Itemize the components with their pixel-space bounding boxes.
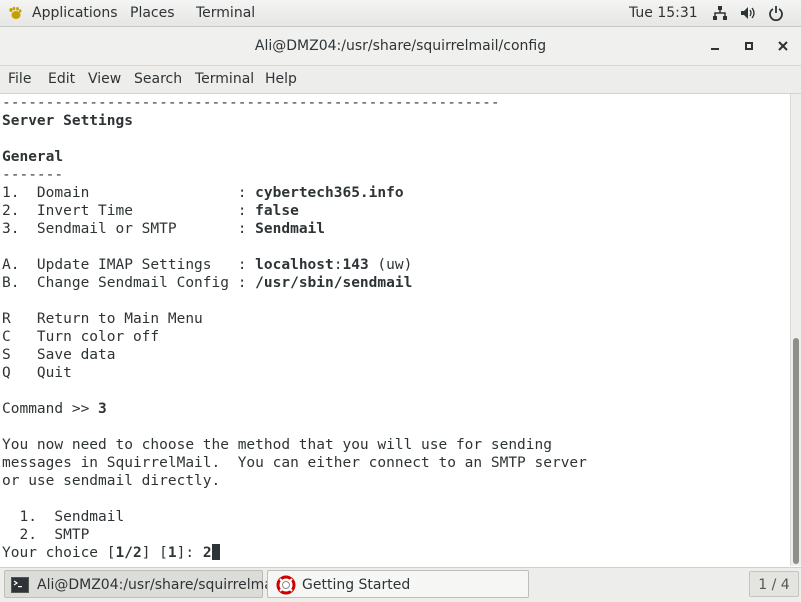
choice-suffix: ]: — [176, 545, 203, 561]
places-menu[interactable]: Places — [130, 0, 175, 26]
separator-line: ----------------------------------------… — [2, 95, 500, 111]
command-value: 3 — [98, 401, 107, 417]
imap-suffix: (uw) — [368, 257, 413, 273]
menu-option: C Turn color off — [2, 329, 160, 345]
applications-menu[interactable]: Applications — [32, 0, 118, 26]
task-getting-started[interactable]: Getting Started — [267, 570, 529, 598]
menu-option: Q Quit — [2, 365, 72, 381]
item-value: Sendmail — [255, 221, 326, 237]
item-value: false — [255, 203, 299, 219]
terminal-app-menu[interactable]: Terminal — [196, 0, 255, 26]
minimize-icon[interactable] — [706, 37, 724, 55]
window-titlebar[interactable]: Ali@DMZ04:/usr/share/squirrelmail/config — [0, 27, 801, 66]
command-prompt: Command >> — [2, 401, 99, 417]
window-list-bar: Ali@DMZ04:/usr/share/squirrelmail/... Ge… — [0, 567, 801, 602]
power-icon[interactable] — [768, 5, 784, 21]
choice-input[interactable]: 2 — [203, 545, 212, 561]
sendmail-value: /usr/sbin/sendmail — [255, 275, 413, 291]
choice-option: 2. SMTP — [2, 527, 90, 543]
item-key: 1. Domain : — [2, 185, 256, 201]
imap-port: 143 — [342, 257, 369, 273]
menu-edit[interactable]: Edit — [48, 66, 75, 93]
imap-key: A. Update IMAP Settings : — [2, 257, 256, 273]
gnome-foot-icon — [9, 6, 22, 19]
section-title: General — [2, 149, 64, 165]
top-bar: Applications Places Terminal Tue 15:31 — [0, 0, 801, 27]
menu-view[interactable]: View — [88, 66, 121, 93]
imap-host: localhost — [255, 257, 334, 273]
choice-default: 1 — [167, 545, 177, 561]
paragraph-line: messages in SquirrelMail. You can either… — [2, 455, 587, 471]
task-label: Ali@DMZ04:/usr/share/squirrelmail/... — [37, 577, 299, 593]
paragraph-line: or use sendmail directly. — [2, 473, 221, 489]
menu-option: R Return to Main Menu — [2, 311, 203, 327]
choice-range: 1/2 — [115, 545, 142, 561]
workspace-indicator[interactable]: 1 / 4 — [749, 571, 799, 597]
scrollbar[interactable] — [790, 94, 801, 566]
sendmail-key: B. Change Sendmail Config : — [2, 275, 256, 291]
menu-terminal[interactable]: Terminal — [195, 66, 254, 93]
close-icon[interactable] — [774, 37, 792, 55]
section-rule: ------- — [2, 167, 64, 183]
item-key: 2. Invert Time : — [2, 203, 256, 219]
paragraph-line: You now need to choose the method that y… — [2, 437, 552, 453]
item-value: cybertech365.info — [255, 185, 404, 201]
task-terminal[interactable]: Ali@DMZ04:/usr/share/squirrelmail/... — [4, 570, 299, 598]
window-title: Ali@DMZ04:/usr/share/squirrelmail/config — [254, 38, 547, 54]
text-cursor — [211, 544, 220, 560]
menu-bar: File Edit View Search Terminal Help — [0, 66, 801, 94]
menu-search[interactable]: Search — [134, 66, 182, 93]
scrollbar-thumb[interactable] — [793, 338, 799, 564]
terminal-icon — [11, 577, 29, 593]
terminal-output: ----------------------------------------… — [2, 94, 587, 562]
volume-icon[interactable] — [740, 5, 756, 21]
choice-prefix: Your choice [ — [2, 545, 116, 561]
choice-option: 1. Sendmail — [2, 509, 125, 525]
maximize-icon[interactable] — [740, 37, 758, 55]
clock[interactable]: Tue 15:31 — [629, 0, 698, 26]
heading: Server Settings — [2, 113, 133, 129]
menu-file[interactable]: File — [8, 66, 31, 93]
item-key: 3. Sendmail or SMTP : — [2, 221, 256, 237]
terminal-area[interactable]: ----------------------------------------… — [0, 94, 790, 566]
menu-help[interactable]: Help — [265, 66, 297, 93]
menu-option: S Save data — [2, 347, 116, 363]
lifebuoy-icon — [276, 575, 296, 595]
choice-mid: ] [ — [141, 545, 168, 561]
network-icon[interactable] — [712, 5, 728, 21]
task-label: Getting Started — [302, 577, 411, 593]
